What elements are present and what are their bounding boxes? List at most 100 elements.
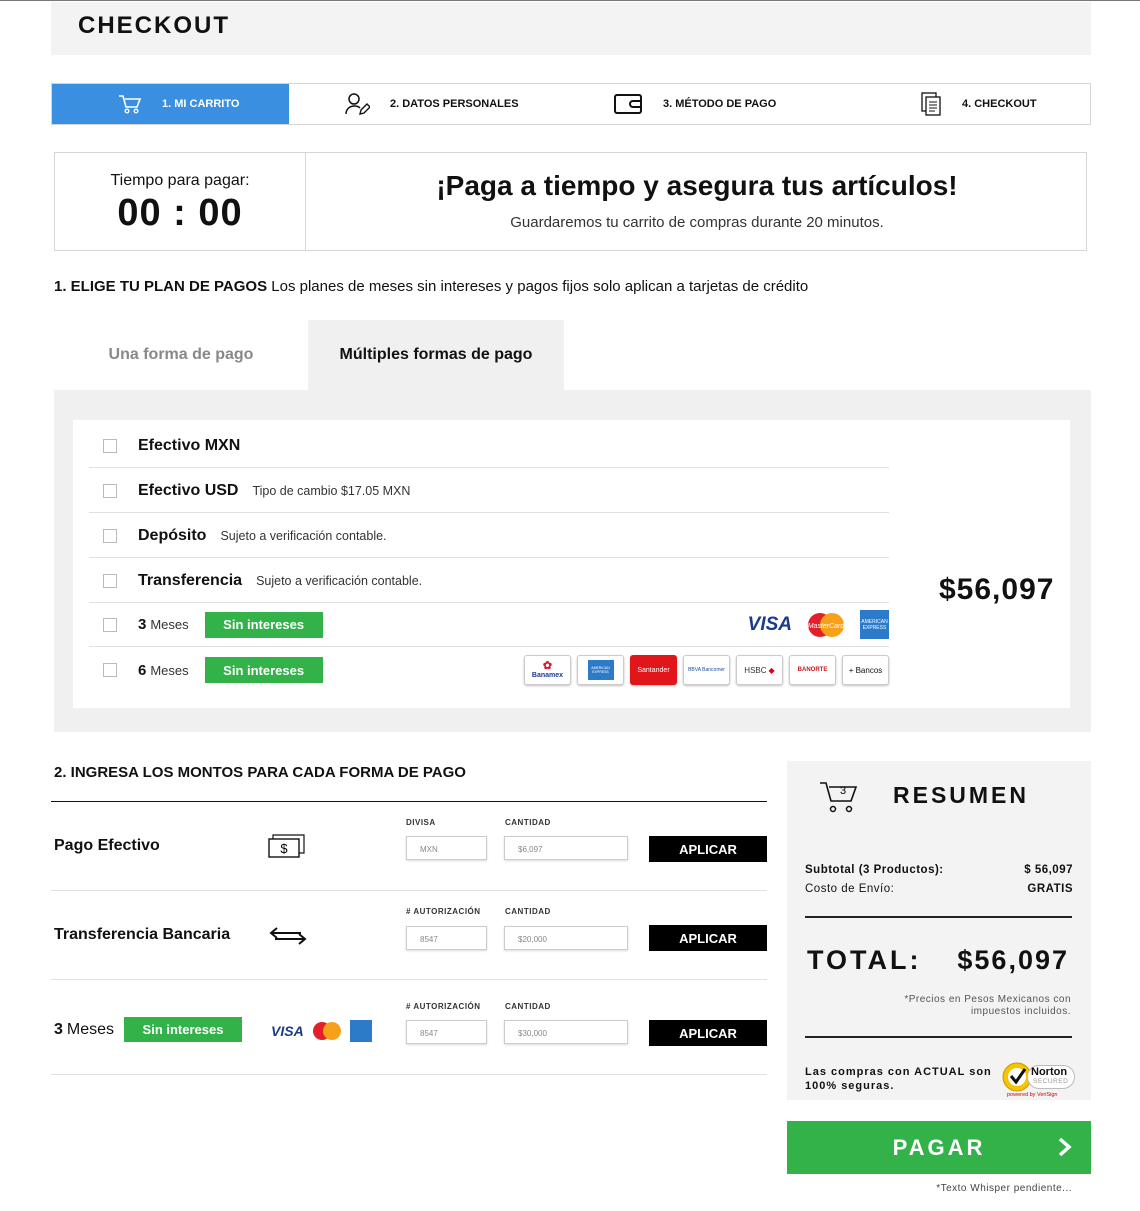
summary-title: RESUMEN <box>893 782 1030 808</box>
bank-name: BBVA Bancomer <box>688 667 725 673</box>
plan-option-3-meses[interactable]: 3 Meses Sin intereses VISA MasterCard AM… <box>89 603 889 647</box>
bank-name: Banamex <box>531 672 564 679</box>
checkbox[interactable] <box>103 573 117 588</box>
shipping-row: Costo de Envío: GRATIS <box>805 883 1073 895</box>
aplicar-button[interactable]: APLICAR <box>649 925 767 951</box>
svg-text:$: $ <box>280 841 288 856</box>
norton-sub: SECURED <box>1033 1078 1069 1085</box>
cart-icon: 3 <box>820 782 858 813</box>
plan-option-efectivo-usd[interactable]: Efectivo USD Tipo de cambio $17.05 MXN <box>89 469 889 513</box>
aplicar-button[interactable]: APLICAR <box>649 1020 767 1046</box>
shipping-value: GRATIS <box>1027 883 1073 895</box>
col1-header: DIVISA <box>406 818 436 827</box>
bank-banamex: ✿ Banamex <box>524 655 571 685</box>
visa-logo: VISA <box>747 613 792 635</box>
pago-efectivo-label: Pago Efectivo <box>54 837 160 854</box>
cart-count: 3 <box>840 785 846 797</box>
top-border <box>0 0 1140 1</box>
pagar-button[interactable]: PAGAR <box>787 1121 1091 1174</box>
transferencia-label: Transferencia Bancaria <box>54 926 231 943</box>
plan-panel: Efectivo MXN Efectivo USD Tipo de cambio… <box>54 390 1091 732</box>
timer-subtitle: Guardaremos tu carrito de compras durant… <box>510 214 884 231</box>
meses-label: Meses <box>150 617 189 632</box>
checkout-steps: 1. MI CARRITO 2. DATOS PERSONALES 3. MÉT… <box>51 83 1091 125</box>
cantidad-input[interactable]: $30,000 <box>504 1020 628 1044</box>
bank-name: + Bancos <box>848 665 883 675</box>
cart-icon <box>119 95 142 114</box>
footnote: *Texto Whisper pendiente... <box>936 1183 1072 1194</box>
bank-banorte: BANORTE <box>789 655 836 685</box>
cantidad-input[interactable]: $6,097 <box>504 836 628 860</box>
checkbox[interactable] <box>103 483 117 498</box>
plan-options: Efectivo MXN Efectivo USD Tipo de cambio… <box>73 420 1070 708</box>
plan-option-transferencia[interactable]: Transferencia Sujeto a verificación cont… <box>89 559 889 603</box>
wallet-icon <box>614 94 642 114</box>
bank-name: HSBC <box>744 665 767 675</box>
price-note: *Precios en Pesos Mexicanos con impuesto… <box>904 994 1071 1017</box>
timer-label: Tiempo para pagar: <box>110 172 250 189</box>
pagar-label: PAGAR <box>892 1134 986 1160</box>
bank-name: AMERICAN EXPRESS <box>587 660 614 680</box>
checkbox[interactable] <box>103 528 117 543</box>
divider <box>805 916 1072 918</box>
cash-icon: $ <box>268 834 305 858</box>
bank-name: Santander <box>637 666 670 674</box>
timer-panel: Tiempo para pagar: 00 : 00 ¡Paga a tiemp… <box>54 152 1087 251</box>
tab-multiples-formas[interactable]: Múltiples formas de pago <box>308 320 564 390</box>
checkbox[interactable] <box>103 663 117 677</box>
secure-text: Las compras con ACTUAL son 100% seguras. <box>805 1066 992 1092</box>
autorizacion-input[interactable]: 8547 <box>406 1020 487 1044</box>
plan-option-note: Sujeto a verificación contable. <box>220 528 387 543</box>
autorizacion-input[interactable]: 8547 <box>406 926 487 950</box>
timer-headline: ¡Paga a tiempo y asegura tus artículos! <box>436 170 958 201</box>
norton-badge: Norton SECURED powered by VeriSign <box>1001 1061 1081 1101</box>
plan-option-name: Efectivo MXN <box>138 436 241 454</box>
cantidad-input[interactable]: $20,000 <box>504 926 628 950</box>
subtotal-value: $ 56,097 <box>1024 864 1073 876</box>
step-label: 3. MÉTODO DE PAGO <box>663 98 777 110</box>
tab-una-forma[interactable]: Una forma de pago <box>54 320 308 390</box>
mastercard-text: MasterCard <box>808 623 846 630</box>
step-checkout[interactable]: 4. CHECKOUT <box>920 84 1090 124</box>
meses-number: 6 <box>138 661 147 679</box>
plan-option-note: Sujeto a verificación contable. <box>256 573 423 588</box>
divisa-input[interactable]: MXN <box>406 836 487 860</box>
norton-title: Norton <box>1031 1066 1068 1078</box>
sin-intereses-badge: Sin intereses <box>204 611 323 638</box>
step-mi-carrito[interactable]: 1. MI CARRITO <box>52 84 289 124</box>
card-logos: VISA <box>271 1020 372 1042</box>
page-header: CHECKOUT <box>51 2 1091 55</box>
subtotal-label: Subtotal (3 Productos): <box>805 864 944 876</box>
total-value: $56,097 <box>957 945 1069 975</box>
step-label: 1. MI CARRITO <box>162 98 240 110</box>
sin-intereses-badge: Sin intereses <box>124 1017 242 1042</box>
checkbox[interactable] <box>103 438 117 453</box>
step-metodo-pago[interactable]: 3. MÉTODO DE PAGO <box>613 84 823 124</box>
plan-option-deposito[interactable]: Depósito Sujeto a verificación contable. <box>89 514 889 558</box>
receipt-icon <box>921 92 941 116</box>
page-title: CHECKOUT <box>78 12 230 39</box>
divider <box>51 801 767 802</box>
amounts-section-title: 2. INGRESA LOS MONTOS PARA CADA FORMA DE… <box>54 764 466 781</box>
col2-header: CANTIDAD <box>505 907 551 916</box>
plan-option-name: Efectivo USD <box>138 481 239 499</box>
aplicar-button[interactable]: APLICAR <box>649 836 767 862</box>
visa-logo: VISA <box>271 1023 304 1039</box>
norton-powered: powered by VeriSign <box>1007 1092 1058 1098</box>
col1-header: # AUTORIZACIÓN <box>406 907 481 916</box>
plan-option-name: Transferencia <box>138 571 243 589</box>
timer-counter: Tiempo para pagar: 00 : 00 <box>55 153 306 250</box>
mastercard-logo: MasterCard <box>808 612 846 637</box>
plan-option-6-meses[interactable]: 6 Meses Sin intereses ✿ Banamex AMERICAN … <box>89 648 889 692</box>
divider <box>805 1036 1072 1038</box>
plan-option-efectivo-mxn[interactable]: Efectivo MXN <box>89 424 889 468</box>
plan-option-note: Tipo de cambio $17.05 MXN <box>252 483 411 498</box>
meses-number: 3 <box>54 1021 63 1038</box>
plan-title-rest: Los planes de meses sin intereses y pago… <box>267 278 809 295</box>
plan-section-title: 1. ELIGE TU PLAN DE PAGOS Los planes de … <box>54 278 808 295</box>
checkbox[interactable] <box>103 617 117 632</box>
total-label: TOTAL: <box>807 945 922 975</box>
bank-amex: AMERICAN EXPRESS <box>577 655 624 685</box>
user-edit-icon <box>345 93 370 115</box>
step-datos-personales[interactable]: 2. DATOS PERSONALES <box>344 84 554 124</box>
